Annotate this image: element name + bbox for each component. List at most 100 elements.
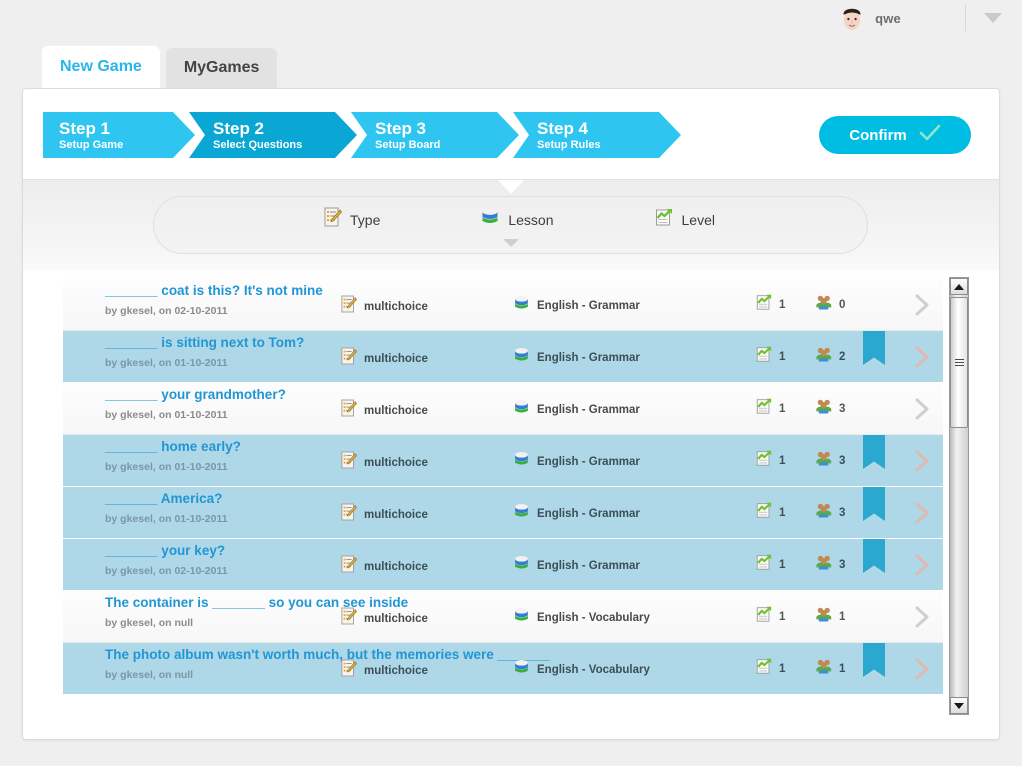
question-meta: by gkesel, on 01-10-2011 — [105, 513, 228, 525]
scroll-thumb-lines — [954, 359, 964, 366]
open-question-chevron-icon[interactable] — [913, 397, 931, 426]
wizard-steps: Step 1 Setup Game Step 2 Select Question… — [43, 112, 693, 158]
tab-my-games[interactable]: MyGames — [165, 48, 278, 88]
users-group-icon — [815, 501, 833, 524]
question-type-cell: multichoice — [341, 607, 428, 630]
table-row[interactable]: _______ your key? by gkesel, on 02-10-20… — [63, 539, 943, 591]
question-lesson: English - Vocabulary — [537, 664, 650, 676]
books-stack-icon — [513, 555, 530, 577]
books-stack-icon — [513, 295, 530, 317]
question-list[interactable]: _______ coat is this? It's not mine by g… — [63, 279, 943, 713]
level-chart-icon — [755, 657, 773, 680]
question-lesson-cell: English - Vocabulary — [513, 659, 650, 681]
tab-new-game[interactable]: New Game — [42, 46, 160, 88]
table-row[interactable]: _______ coat is this? It's not mine by g… — [63, 279, 943, 331]
question-type-cell: multichoice — [341, 347, 428, 370]
question-level-cell: 1 — [755, 605, 785, 628]
wizard-step-4-title: Step 4 — [537, 118, 589, 138]
scroll-down-arrow-icon[interactable] — [950, 697, 968, 714]
question-lesson-cell: English - Grammar — [513, 399, 640, 421]
question-meta: by gkesel, on 01-10-2011 — [105, 357, 228, 369]
bookmark-icon[interactable] — [863, 435, 885, 469]
question-meta: by gkesel, on 02-10-2011 — [105, 305, 228, 317]
question-level-value: 1 — [779, 454, 786, 467]
question-type: multichoice — [364, 300, 428, 313]
filter-lesson[interactable]: Lesson — [480, 207, 554, 232]
table-row[interactable]: _______ your grandmother? by gkesel, on … — [63, 383, 943, 435]
header-divider — [965, 5, 966, 31]
open-question-chevron-icon[interactable] — [913, 293, 931, 322]
confirm-button-label: Confirm — [849, 126, 907, 144]
tab-my-games-label: MyGames — [183, 59, 260, 76]
confirm-button[interactable]: Confirm — [819, 116, 971, 154]
scroll-thumb-grip[interactable] — [950, 297, 968, 428]
table-row[interactable]: _______ home early? by gkesel, on 01-10-… — [63, 435, 943, 487]
question-level-value: 1 — [779, 662, 786, 675]
wizard-step-2[interactable]: Step 2 Select Questions — [189, 112, 357, 158]
question-title: The photo album wasn't worth much, but t… — [105, 647, 551, 662]
question-lesson: English - Grammar — [537, 300, 640, 312]
wizard-step-3[interactable]: Step 3 Setup Board — [351, 112, 519, 158]
question-title: _______ home early? — [105, 439, 241, 454]
bookmark-icon[interactable] — [863, 331, 885, 365]
wizard-header: Step 1 Setup Game Step 2 Select Question… — [23, 89, 999, 179]
level-chart-icon — [755, 397, 773, 420]
list-scrollbar[interactable] — [949, 277, 969, 715]
main-card: Step 1 Setup Game Step 2 Select Question… — [22, 88, 1000, 740]
wizard-step-1[interactable]: Step 1 Setup Game — [43, 112, 195, 158]
question-meta: by gkesel, on null — [105, 669, 194, 681]
open-question-chevron-icon[interactable] — [913, 501, 931, 530]
user-menu[interactable]: qwe — [837, 3, 913, 33]
open-question-chevron-icon[interactable] — [913, 553, 931, 582]
table-row[interactable]: The container is _______ so you can see … — [63, 591, 943, 643]
question-title: _______ your key? — [105, 543, 226, 558]
bookmark-icon[interactable] — [863, 487, 885, 521]
open-question-chevron-icon[interactable] — [913, 449, 931, 478]
question-title: _______ your grandmother? — [105, 387, 286, 402]
question-meta: by gkesel, on 01-10-2011 — [105, 409, 228, 421]
type-form-icon — [324, 207, 342, 232]
table-row[interactable]: _______ America? by gkesel, on 01-10-201… — [63, 487, 943, 539]
question-lesson: English - Grammar — [537, 404, 640, 416]
question-lesson: English - Grammar — [537, 508, 640, 520]
tab-bar: New Game MyGames — [42, 46, 283, 88]
question-type-cell: multichoice — [341, 399, 428, 422]
question-type: multichoice — [364, 456, 428, 469]
type-form-icon — [341, 503, 357, 526]
wizard-step-4-subtitle: Setup Rules — [537, 138, 601, 151]
level-chart-icon — [755, 293, 773, 316]
question-level-cell: 1 — [755, 501, 785, 524]
question-type-cell: multichoice — [341, 659, 428, 682]
question-meta: by gkesel, on 01-10-2011 — [105, 461, 228, 473]
scroll-up-triangle — [954, 283, 964, 290]
question-lesson: English - Grammar — [537, 456, 640, 468]
open-question-chevron-icon[interactable] — [913, 345, 931, 374]
question-level-cell: 1 — [755, 345, 785, 368]
wizard-step-4[interactable]: Step 4 Setup Rules — [513, 112, 681, 158]
level-chart-icon — [755, 605, 773, 628]
question-type: multichoice — [364, 508, 428, 521]
question-lesson: English - Grammar — [537, 560, 640, 572]
open-question-chevron-icon[interactable] — [913, 605, 931, 634]
question-meta: by gkesel, on 02-10-2011 — [105, 565, 228, 577]
chevron-down-icon[interactable] — [984, 13, 1002, 23]
question-level-cell: 1 — [755, 397, 785, 420]
bookmark-icon[interactable] — [863, 643, 885, 677]
books-stack-icon — [513, 607, 530, 629]
table-row[interactable]: _______ is sitting next to Tom? by gkese… — [63, 331, 943, 383]
question-type: multichoice — [364, 404, 428, 417]
open-question-chevron-icon[interactable] — [913, 657, 931, 686]
filter-type[interactable]: Type — [324, 207, 380, 232]
bookmark-icon[interactable] — [863, 539, 885, 573]
question-type-cell: multichoice — [341, 555, 428, 578]
scroll-up-arrow-icon[interactable] — [950, 278, 968, 295]
avatar — [837, 3, 867, 33]
question-users-cell: 3 — [815, 553, 845, 576]
question-level-cell: 1 — [755, 449, 785, 472]
users-group-icon — [815, 397, 833, 420]
question-level-value: 1 — [779, 506, 786, 519]
table-row[interactable]: The photo album wasn't worth much, but t… — [63, 643, 943, 695]
filter-level[interactable]: Level — [654, 207, 715, 232]
question-level-value: 1 — [779, 402, 786, 415]
chevron-down-icon[interactable] — [502, 239, 519, 247]
